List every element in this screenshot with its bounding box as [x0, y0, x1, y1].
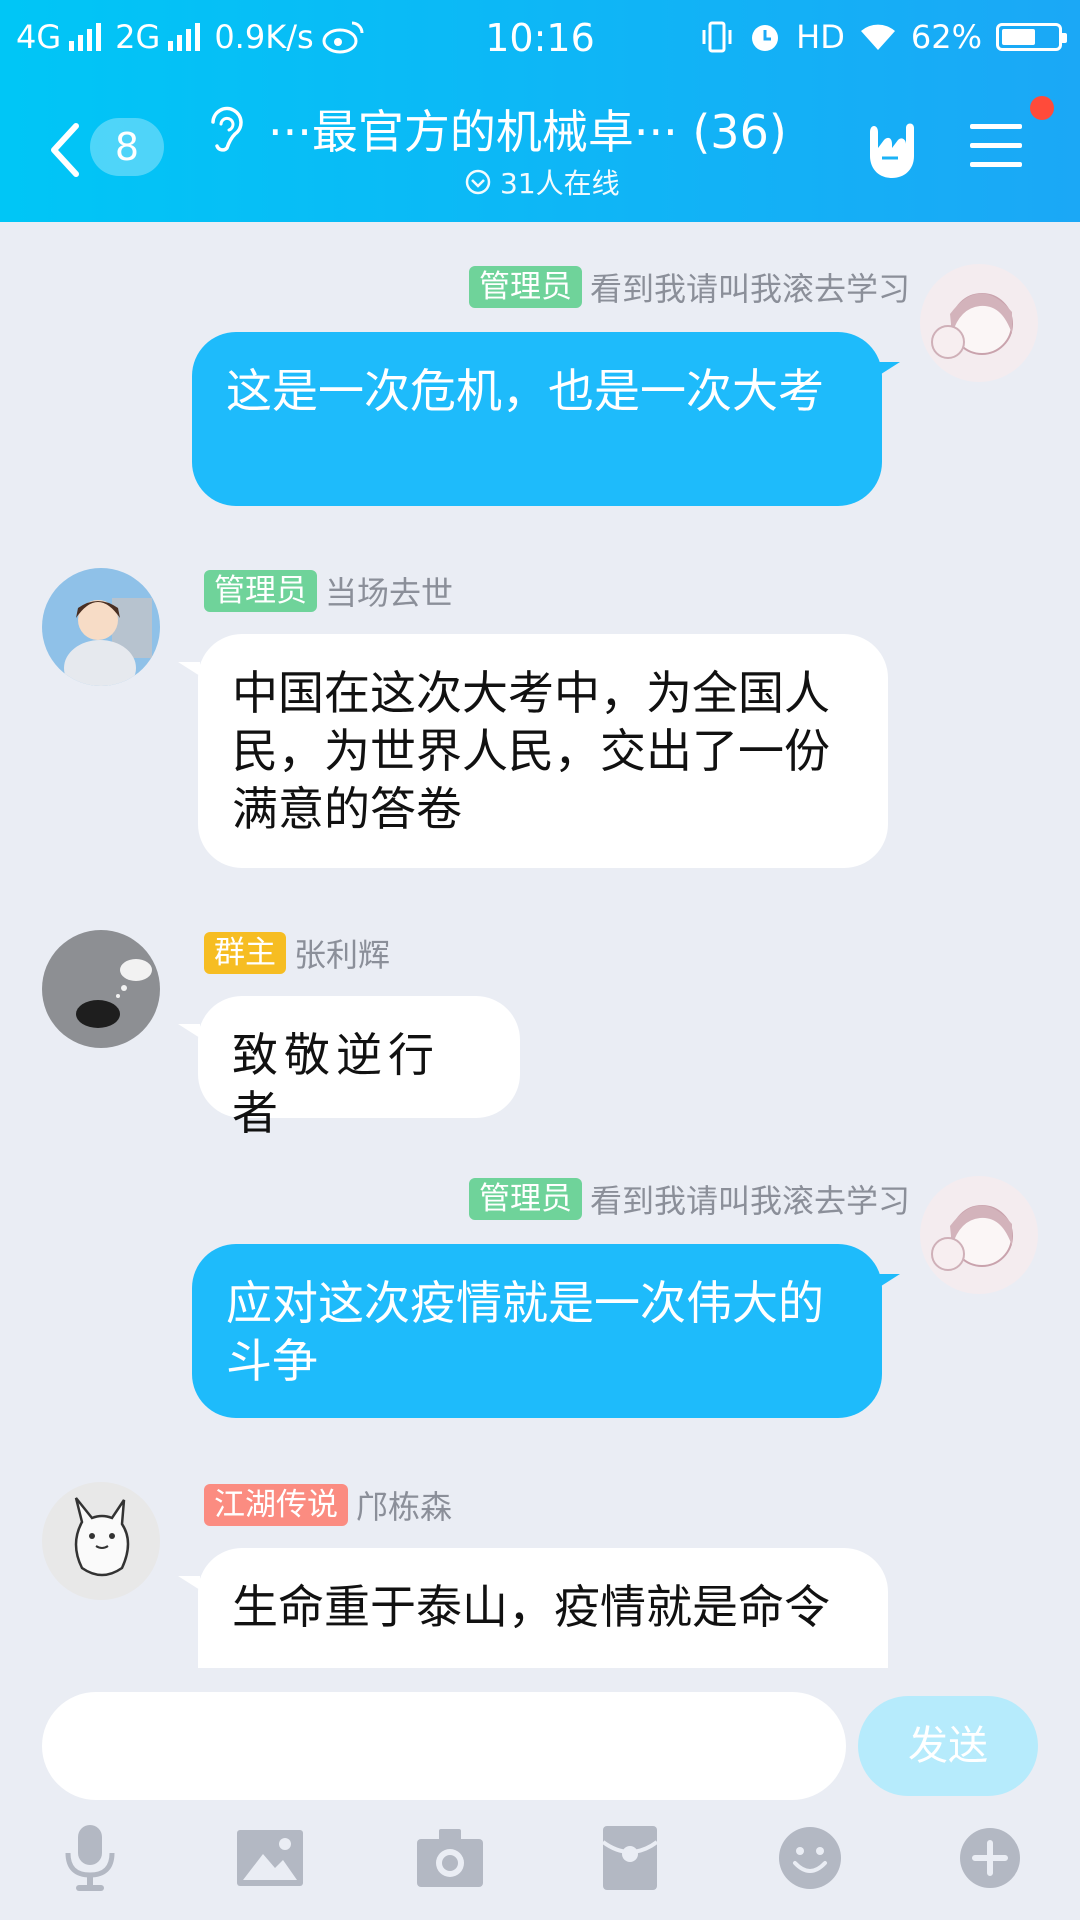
rock-hand-icon[interactable] — [862, 118, 918, 180]
avatar[interactable] — [920, 264, 1038, 382]
avatar[interactable] — [42, 930, 160, 1048]
message-bubble[interactable]: 中国在这次大考中，为全国人民，为世界人民，交出了一份满意的答卷 — [198, 634, 888, 868]
message-bubble[interactable]: 这是一次危机，也是一次大考 — [192, 332, 882, 506]
bubble-tail — [878, 1274, 900, 1288]
camera-icon[interactable] — [410, 1818, 490, 1898]
avatar[interactable] — [920, 1176, 1038, 1294]
group-title[interactable]: ···最官方的机械卓··· (36) — [268, 96, 787, 162]
sender-line: 管理员 看到我请叫我滚去学习 — [468, 264, 910, 310]
bubble-tail — [878, 362, 900, 376]
sender-name: 看到我请叫我滚去学习 — [589, 270, 910, 308]
role-tag: 群主 — [204, 932, 286, 974]
online-count[interactable]: 31人在线 — [464, 162, 620, 202]
input-bar: 发送 — [0, 1668, 1080, 1920]
avatar[interactable] — [42, 568, 160, 686]
message-input[interactable] — [42, 1692, 846, 1800]
wifi-icon — [860, 24, 895, 50]
online-count-label: 31人在线 — [500, 167, 620, 200]
image-icon[interactable] — [230, 1818, 310, 1898]
sender-line: 管理员 看到我请叫我滚去学习 — [468, 1176, 910, 1222]
bubble-tail — [178, 1576, 200, 1590]
menu-icon[interactable] — [970, 124, 1022, 172]
plus-icon[interactable] — [950, 1818, 1030, 1898]
send-button[interactable]: 发送 — [858, 1696, 1038, 1796]
unread-badge[interactable]: 8 — [90, 118, 164, 176]
sender-line: 群主 张利辉 — [204, 930, 390, 976]
role-tag: 管理员 — [204, 570, 317, 612]
chat-header: 4G 2G 0.9K/s 10:16 HD 62% 8 ···最官方的机械卓··… — [0, 0, 1080, 222]
sender-name: 看到我请叫我滚去学习 — [589, 1182, 910, 1220]
bubble-tail — [178, 662, 200, 676]
sender-name: 张利辉 — [294, 936, 391, 974]
chevron-down-circle-icon — [465, 169, 491, 195]
microphone-icon[interactable] — [50, 1818, 130, 1898]
battery-percent: 62% — [910, 18, 982, 56]
message-bubble[interactable]: 应对这次疫情就是一次伟大的斗争 — [192, 1244, 882, 1418]
status-bar: 4G 2G 0.9K/s 10:16 HD 62% — [0, 0, 1080, 76]
message-list[interactable]: 管理员 看到我请叫我滚去学习 这是一次危机，也是一次大考 管理员 当场去世 中国… — [0, 222, 1080, 1668]
hd-indicator: HD — [796, 18, 845, 56]
alarm-icon — [752, 25, 779, 51]
sender-line: 江湖传说 邝栋森 — [204, 1482, 452, 1528]
role-tag: 管理员 — [468, 1178, 582, 1220]
message-bubble[interactable]: 致敬逆行者 — [198, 996, 520, 1140]
back-icon[interactable] — [46, 120, 86, 180]
role-tag: 管理员 — [468, 266, 582, 308]
battery-icon — [996, 23, 1067, 51]
sender-name: 当场去世 — [325, 574, 454, 612]
toolbar — [0, 1818, 1080, 1918]
sender-name: 邝栋森 — [356, 1488, 453, 1526]
emoji-icon[interactable] — [770, 1818, 850, 1898]
avatar[interactable] — [42, 1482, 160, 1600]
notification-dot — [1030, 96, 1054, 120]
role-tag: 江湖传说 — [204, 1484, 348, 1526]
ear-icon[interactable] — [205, 104, 245, 156]
nav-bar: 8 ···最官方的机械卓··· (36) 31人在线 — [0, 88, 1080, 208]
sender-line: 管理员 当场去世 — [204, 568, 453, 614]
red-packet-icon[interactable] — [590, 1818, 670, 1898]
message-bubble[interactable]: 生命重于泰山，疫情就是命令 — [198, 1548, 888, 1668]
bubble-tail — [178, 1024, 200, 1038]
vibrate-icon — [702, 21, 732, 53]
